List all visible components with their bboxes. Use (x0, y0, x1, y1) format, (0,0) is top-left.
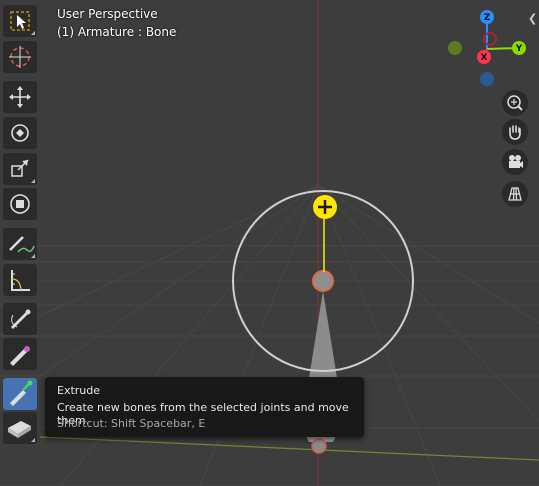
tool-options-indicator (31, 438, 35, 442)
neg-x-axis-icon (483, 32, 497, 46)
floor-grid (0, 184, 539, 486)
rotate-tool[interactable] (3, 117, 37, 149)
neg-z-axis-icon (480, 72, 494, 86)
camera-icon (509, 155, 523, 168)
extrude-tool[interactable] (3, 378, 37, 410)
tool-tooltip: Extrude Create new bones from the select… (45, 377, 364, 437)
zoom-icon (507, 95, 523, 111)
move-tool[interactable] (3, 81, 37, 113)
navigation-gizmo[interactable]: Z Y X (448, 10, 526, 86)
tooltip-title: Extrude (57, 384, 101, 397)
transform-tool[interactable] (3, 188, 37, 220)
measure-tool[interactable] (3, 264, 37, 296)
grid-icon (508, 187, 522, 201)
tool-options-indicator (31, 254, 35, 258)
view-name: User Perspective (57, 7, 158, 21)
ortho-toggle-button[interactable] (502, 181, 528, 207)
cursor-tool[interactable] (3, 41, 37, 73)
rotate-icon (11, 124, 29, 142)
bone-size-icon (10, 346, 30, 366)
pan-button[interactable] (502, 119, 528, 145)
tool-options-indicator (31, 31, 35, 35)
bone-body[interactable] (309, 291, 337, 378)
zoom-button[interactable] (502, 90, 528, 116)
cursor-icon (9, 46, 31, 68)
bone-base-joint[interactable] (311, 438, 327, 454)
sidebar-toggle-icon[interactable]: ❮ (528, 12, 537, 25)
select-box-tool[interactable] (3, 5, 37, 37)
hand-pan-icon (509, 125, 521, 140)
bone-tip-joint[interactable] (312, 270, 334, 292)
neg-y-axis-icon (448, 41, 462, 55)
bone-size-tool[interactable] (3, 338, 37, 370)
scale-tool[interactable] (3, 153, 37, 185)
move-icon (9, 86, 31, 108)
gizmo-label-z: Z (484, 13, 491, 23)
object-info: (1) Armature : Bone (57, 25, 177, 39)
extrude-icon (10, 380, 33, 406)
y-axis-line (39, 436, 539, 461)
gizmo-label-y: Y (515, 44, 523, 54)
measure-icon (11, 270, 30, 291)
gizmo-label-x: X (481, 53, 488, 63)
transform-icon (10, 194, 30, 214)
bone-roll-icon (11, 309, 31, 329)
camera-view-button[interactable] (502, 149, 528, 175)
annotate-tool[interactable] (3, 228, 37, 260)
bone-envelope-tool[interactable] (3, 412, 37, 444)
tool-options-indicator (31, 179, 35, 183)
tooltip-shortcut: Shortcut: Shift Spacebar, E (57, 417, 206, 430)
tool-shelf (0, 0, 40, 486)
bone-roll-tool[interactable] (3, 303, 37, 335)
